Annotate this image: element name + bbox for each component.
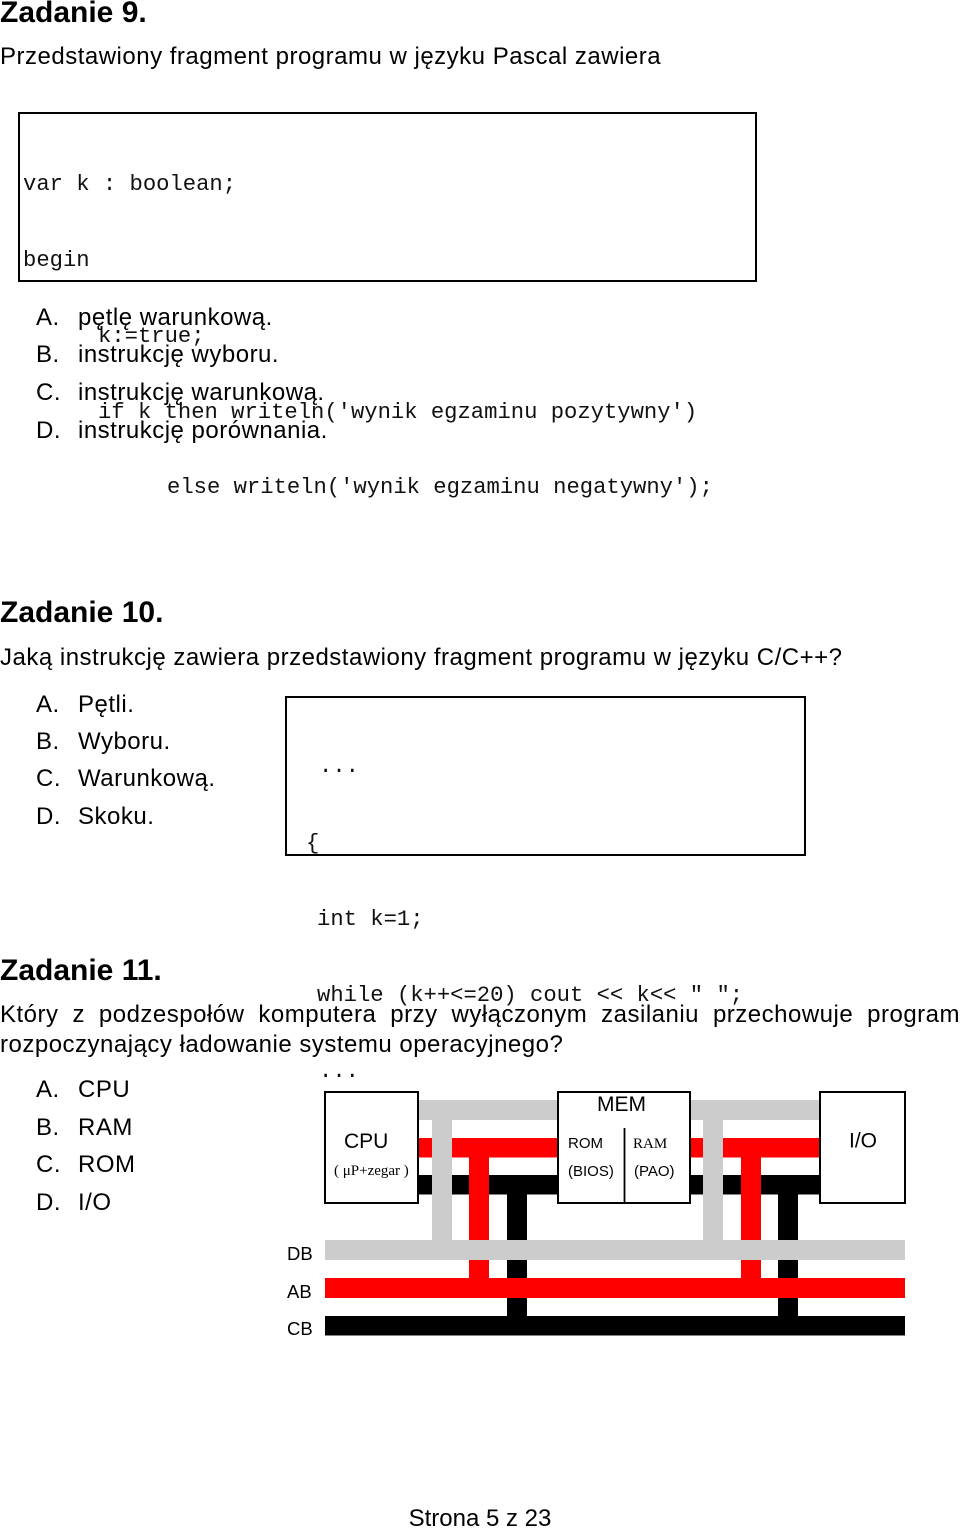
control-bus: [325, 1316, 905, 1336]
page-number: Strona 5 z 23: [408, 1504, 552, 1532]
rom-label: ROM: [568, 1135, 603, 1152]
cpu-label: CPU: [344, 1130, 388, 1153]
control-bus-label: CB: [287, 1318, 313, 1339]
cpu-sublabel: ( μP+zegar ): [334, 1163, 409, 1179]
mem-label: MEM: [597, 1093, 646, 1116]
ram-label: RAM: [633, 1136, 667, 1152]
data-drop-right: [703, 1100, 723, 1250]
io-label: I/O: [849, 1130, 877, 1153]
data-drop-left: [432, 1100, 452, 1250]
address-bus: [325, 1278, 905, 1298]
rom-sublabel: (BIOS): [568, 1163, 614, 1180]
address-bus-label: AB: [287, 1281, 312, 1302]
data-bus: [325, 1240, 905, 1260]
data-bus-label: DB: [287, 1243, 313, 1264]
ram-sublabel: (PAO): [634, 1163, 675, 1180]
computer-bus-diagram: CPU ( μP+zegar ) MEM ROM RAM (BIOS) (PAO…: [287, 1091, 906, 1339]
